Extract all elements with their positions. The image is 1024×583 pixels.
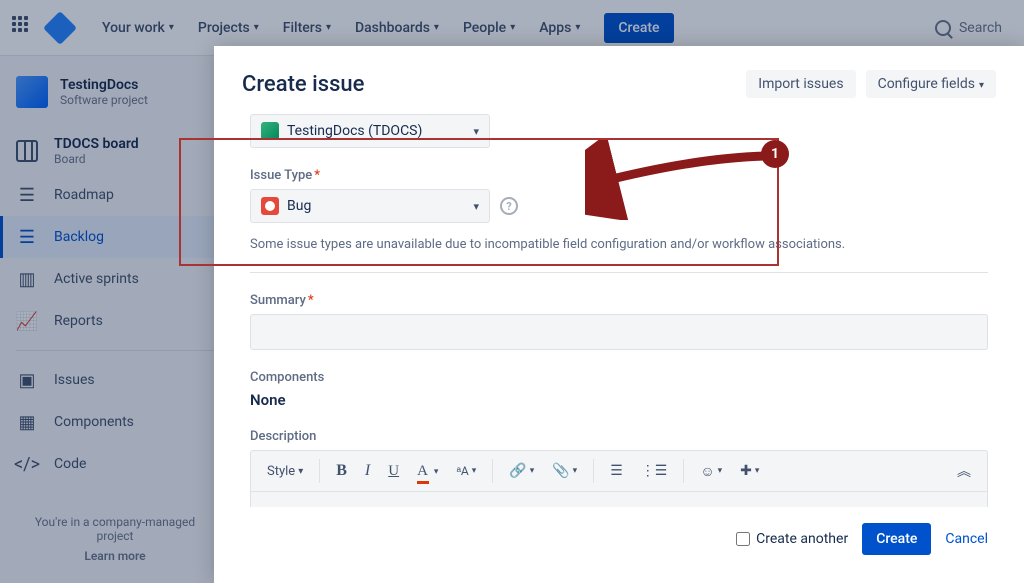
issue-type-select[interactable]: Bug ▾ bbox=[250, 189, 490, 223]
chevron-down-icon: ▾ bbox=[473, 200, 479, 213]
summary-label: Summary* bbox=[250, 293, 988, 308]
modal-title: Create issue bbox=[242, 72, 364, 97]
clear-format-button[interactable]: ᵃA▾ bbox=[448, 458, 484, 484]
underline-button[interactable]: U bbox=[380, 457, 407, 486]
description-label: Description bbox=[250, 429, 988, 444]
bold-button[interactable]: B bbox=[328, 456, 355, 486]
summary-input[interactable] bbox=[250, 314, 988, 350]
cancel-link[interactable]: Cancel bbox=[945, 531, 988, 547]
section-divider bbox=[250, 272, 988, 273]
create-submit-button[interactable]: Create bbox=[862, 523, 931, 555]
modal-header: Create issue Import issues Configure fie… bbox=[214, 46, 1024, 114]
bug-icon bbox=[261, 197, 279, 215]
modal-footer: Create another Create Cancel bbox=[214, 507, 1024, 583]
emoji-button[interactable]: ☺▾ bbox=[692, 457, 730, 486]
attachment-button[interactable]: 📎▾ bbox=[544, 457, 585, 485]
style-dropdown[interactable]: Style▾ bbox=[259, 458, 311, 485]
components-value[interactable]: None bbox=[250, 391, 988, 409]
create-another-checkbox[interactable]: Create another bbox=[736, 531, 848, 547]
create-issue-modal: Create issue Import issues Configure fie… bbox=[214, 46, 1024, 583]
italic-button[interactable]: I bbox=[357, 456, 378, 486]
link-button[interactable]: 🔗▾ bbox=[501, 457, 542, 485]
editor-toolbar: Style▾ B I U A▾ ᵃA▾ 🔗▾ 📎▾ ☰ ⋮☰ ☺▾ ✚▾ ︽ bbox=[250, 450, 988, 492]
bullet-list-button[interactable]: ☰ bbox=[602, 457, 631, 485]
modal-body[interactable]: TestingDocs (TDOCS) ▾ Issue Type* Bug ▾ … bbox=[214, 114, 1024, 511]
chevron-down-icon: ▾ bbox=[979, 80, 984, 91]
more-button[interactable]: ✚▾ bbox=[732, 457, 767, 485]
help-icon[interactable]: ? bbox=[500, 197, 518, 215]
project-select[interactable]: TestingDocs (TDOCS) ▾ bbox=[250, 114, 490, 148]
issue-type-label: Issue Type* bbox=[250, 168, 988, 183]
project-icon bbox=[261, 122, 279, 140]
number-list-button[interactable]: ⋮☰ bbox=[633, 457, 676, 485]
create-another-input[interactable] bbox=[736, 532, 750, 546]
issue-type-helper: Some issue types are unavailable due to … bbox=[250, 237, 988, 252]
chevron-down-icon: ▾ bbox=[473, 125, 479, 138]
components-label: Components bbox=[250, 370, 988, 385]
collapse-toolbar-button[interactable]: ︽ bbox=[949, 455, 979, 487]
import-issues-button[interactable]: Import issues bbox=[746, 70, 855, 98]
configure-fields-button[interactable]: Configure fields▾ bbox=[866, 70, 996, 98]
text-color-button[interactable]: A▾ bbox=[409, 457, 446, 486]
